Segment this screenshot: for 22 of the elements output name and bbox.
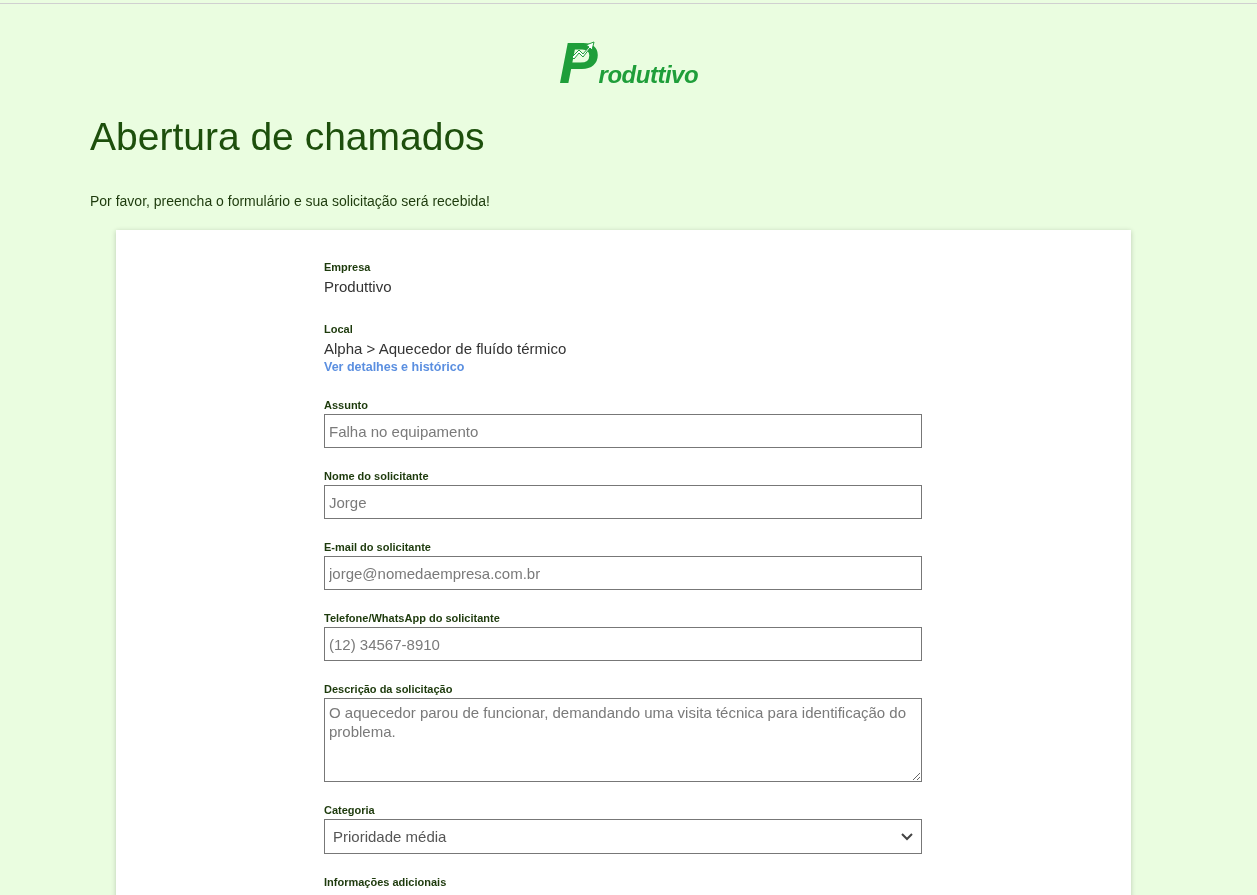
field-label: Assunto [324, 399, 369, 412]
field-value: Alpha > Aquecedor de fluído térmico [324, 339, 568, 359]
field-label: Categoria [324, 804, 376, 817]
category-dropdown[interactable]: Prioridade média [324, 819, 922, 854]
field-label: E-mail do solicitante [324, 541, 432, 554]
chevron-down-icon [901, 832, 913, 841]
field-label: Empresa [324, 261, 372, 274]
field-label: Descrição da solicitação [324, 683, 454, 696]
field-label: Telefone/WhatsApp do solicitante [324, 612, 501, 625]
page-subtitle: Por favor, preencha o formulário e sua solicitação será recebida! [90, 193, 491, 209]
field-label: Nome do solicitante [324, 470, 430, 483]
field-value: Produttivo [324, 277, 393, 297]
rising-arrow-icon [570, 41, 595, 61]
page-title: Abertura de chamados [90, 114, 486, 160]
input-field[interactable]: jorge@nomedaempresa.com.br [324, 556, 922, 590]
textarea-field[interactable]: O aquecedor parou de funcionar, demandando uma visita técnica para identificação do problema. [324, 698, 922, 782]
input-field[interactable]: Jorge [324, 485, 922, 519]
input-field[interactable]: (12) 34567-8910 [324, 627, 922, 661]
field-label: Informações adicionais [324, 876, 448, 889]
field-label: Local [324, 323, 354, 336]
input-field[interactable]: Falha no equipamento [324, 414, 922, 448]
produttivo-logo: Produttivo [558, 37, 699, 89]
